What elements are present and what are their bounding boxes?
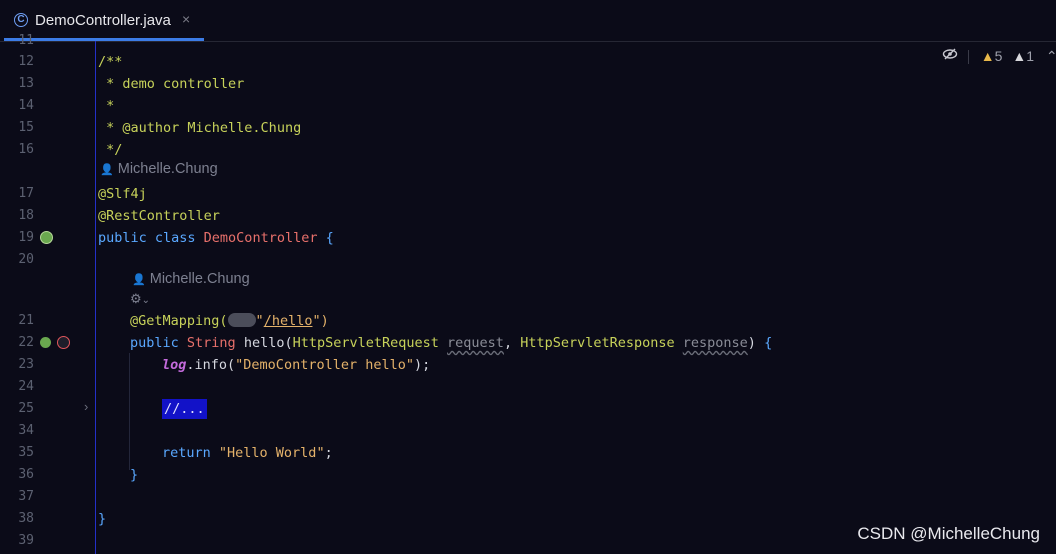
endpoints-icon: ⚙ (130, 291, 142, 306)
keyword: return (162, 445, 219, 461)
param-type: HttpServletRequest (292, 335, 448, 351)
javadoc-author: Michelle.Chung (179, 120, 302, 136)
code-line-23[interactable]: log.info("DemoController hello"); (162, 354, 430, 376)
param-name: response (682, 335, 748, 351)
annotation: @GetMapping( (130, 313, 228, 329)
gutter-separator (95, 41, 96, 554)
method-call: .info( (186, 357, 236, 373)
line-number: 35 (18, 445, 34, 460)
line-number: 25 (18, 401, 34, 416)
warning-count: 5 (994, 48, 1003, 64)
line-number: 38 (18, 511, 34, 526)
comma: , (503, 335, 521, 351)
code-line-35[interactable]: return "Hello World"; (162, 442, 333, 464)
line-number: 34 (18, 423, 34, 438)
author-inlay-hint[interactable]: 👤 Michelle.Chung (132, 271, 250, 291)
spring-bean-icon[interactable] (40, 231, 53, 244)
line-number: 24 (18, 379, 34, 394)
request-mapping-icon[interactable] (57, 336, 70, 349)
weak-warning-icon: ▲ (1012, 48, 1027, 64)
tab-label: DemoController.java (35, 12, 171, 29)
close-icon[interactable]: × (182, 11, 190, 27)
code-line-21[interactable]: @GetMapping("/hello") (130, 310, 329, 332)
line-number: 37 (18, 489, 34, 504)
line-number: 18 (18, 208, 34, 223)
line-number: 17 (18, 186, 34, 201)
code-line-25[interactable]: //... (162, 398, 207, 420)
editor-tab-bar: C DemoController.java × (0, 0, 1056, 42)
code-line-17[interactable]: @Slf4j (98, 183, 147, 205)
code-line-19[interactable]: public class DemoController { (98, 227, 334, 249)
folded-region[interactable]: //... (162, 399, 207, 419)
user-icon: 👤 (132, 274, 146, 286)
code-line-13[interactable]: * demo controller (98, 73, 244, 95)
endpoint-hint[interactable]: ⚙⌄ (130, 291, 150, 311)
line-number: 23 (18, 357, 34, 372)
watermark: CSDN @MichelleChung (857, 524, 1040, 543)
code-line-38[interactable]: } (98, 508, 106, 530)
chevron-down-icon: ⌄ (141, 295, 151, 306)
code-line-18[interactable]: @RestController (98, 205, 220, 227)
fold-chevron-icon[interactable]: › (84, 399, 88, 414)
param-name: request (447, 335, 504, 351)
javadoc-tag: * @author (98, 120, 180, 136)
author-inlay-hint[interactable]: 👤 Michelle.Chung (100, 161, 218, 181)
line-number: 14 (18, 98, 34, 113)
spring-mapping-icon[interactable] (40, 337, 51, 348)
return-type: String (186, 335, 236, 351)
line-number: 22 (18, 335, 34, 350)
weak-warning-count: 1 (1026, 48, 1034, 64)
code-line-16[interactable]: */ (98, 139, 122, 161)
user-icon: 👤 (100, 164, 114, 176)
paren-close: ) (747, 335, 756, 351)
line-number: 13 (18, 76, 34, 91)
globe-icon[interactable] (227, 312, 256, 327)
annotation-close: ") (312, 313, 329, 329)
chevron-up-icon[interactable]: ⌃ (1046, 48, 1056, 64)
string-literal: "DemoController hello" (235, 357, 414, 373)
param-type: HttpServletResponse (520, 335, 683, 351)
code-line-36[interactable]: } (130, 464, 138, 486)
line-number: 15 (18, 120, 34, 135)
code-line-14[interactable]: * (98, 95, 114, 117)
eye-slash-icon[interactable] (942, 48, 962, 64)
brace: { (317, 230, 334, 246)
line-number: 16 (18, 142, 34, 157)
class-name: DemoController (203, 230, 318, 246)
line-number: 20 (18, 252, 34, 267)
line-number: 21 (18, 313, 34, 328)
inspection-status[interactable]: ▲5 ▲1 ⌃ ⌄ (942, 47, 1056, 65)
brace: { (755, 335, 773, 351)
url-link[interactable]: /hello (264, 313, 313, 329)
string-literal: "Hello World" (218, 445, 325, 461)
line-number: 19 (18, 230, 34, 245)
author-name: Michelle.Chung (117, 161, 218, 177)
log-field: log (162, 357, 187, 373)
author-name: Michelle.Chung (149, 271, 250, 287)
line-number: 39 (18, 533, 34, 548)
keyword: public (130, 335, 187, 351)
line-number: 36 (18, 467, 34, 482)
active-tab-indicator (4, 38, 204, 41)
code-line-15[interactable]: * @author Michelle.Chung (98, 117, 301, 139)
method-name: hello( (235, 335, 293, 351)
line-number: 11 (18, 33, 34, 48)
statement-end: ; (324, 445, 333, 461)
code-line-12[interactable]: /** (98, 51, 122, 73)
indent-guide (129, 353, 130, 470)
statement-end: ); (413, 357, 431, 373)
code-line-22[interactable]: public String hello(HttpServletRequest r… (130, 332, 772, 354)
class-icon: C (14, 13, 28, 27)
line-number: 12 (18, 54, 34, 69)
keyword: public class (98, 230, 204, 246)
warning-icon: ▲ (980, 48, 995, 64)
